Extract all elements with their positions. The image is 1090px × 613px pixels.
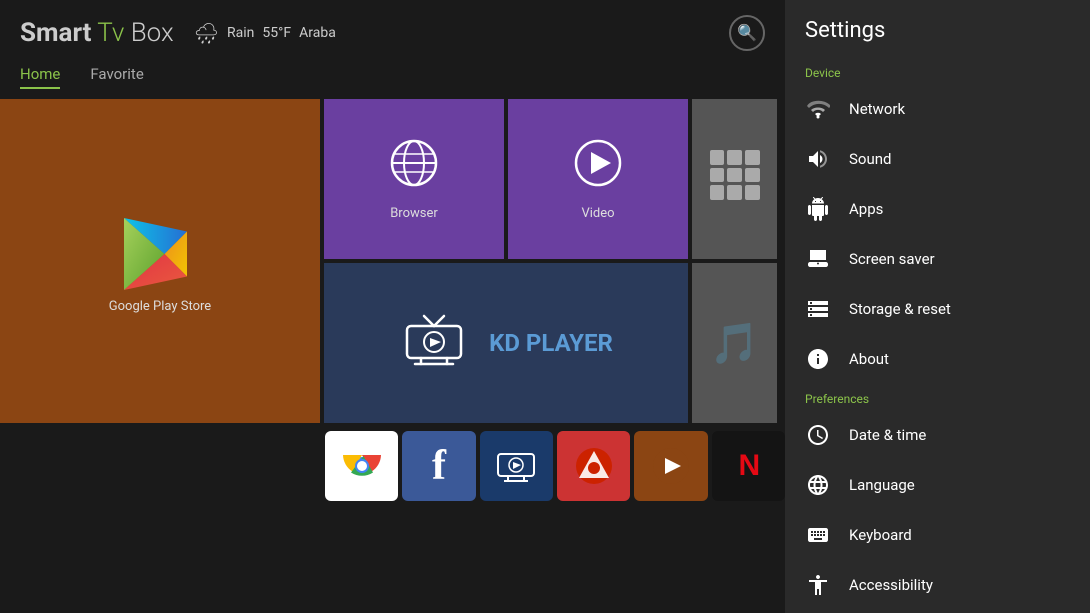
weather-temp: 55°F bbox=[262, 25, 291, 41]
apps-label: Apps bbox=[849, 200, 883, 218]
settings-item-language[interactable]: Language bbox=[785, 460, 1090, 510]
browser-icon bbox=[389, 138, 439, 198]
tile-video[interactable]: Video bbox=[508, 99, 688, 259]
screen-saver-label: Screen saver bbox=[849, 250, 935, 268]
tile-browser[interactable]: Browser bbox=[324, 99, 504, 259]
search-button[interactable]: 🔍 bbox=[729, 15, 765, 51]
kd-player-content: KD PLAYER bbox=[399, 301, 613, 386]
settings-panel: Settings Device Network Sound bbox=[785, 0, 1090, 613]
music-icon: 🎵 bbox=[710, 320, 760, 367]
keyboard-label: Keyboard bbox=[849, 526, 912, 544]
weather-area: 🌧 Rain 55°F Araba bbox=[194, 21, 336, 45]
kd-tv-icon bbox=[399, 301, 469, 386]
apps-grid-icon bbox=[710, 150, 760, 200]
datetime-label: Date & time bbox=[849, 426, 926, 444]
brand-title: Smart Tv Box bbox=[20, 18, 174, 48]
sound-label: Sound bbox=[849, 150, 891, 168]
browser-label: Browser bbox=[390, 206, 438, 221]
settings-item-screen-saver[interactable]: Screen saver bbox=[785, 234, 1090, 284]
brand-tv: Tv bbox=[97, 18, 130, 48]
top-right: 🔍 bbox=[729, 15, 765, 51]
tab-favorite[interactable]: Favorite bbox=[90, 65, 143, 89]
weather-condition: Rain bbox=[227, 25, 254, 41]
icon-netflix[interactable]: N bbox=[712, 431, 785, 501]
kd-player-label: KD PLAYER bbox=[489, 329, 613, 357]
settings-item-apps[interactable]: Apps bbox=[785, 184, 1090, 234]
screen-icon bbox=[805, 246, 831, 272]
brand-box: Box bbox=[131, 18, 174, 48]
icon-chrome[interactable] bbox=[325, 431, 398, 501]
icon-kdplayer-small[interactable] bbox=[480, 431, 553, 501]
section-preferences: Preferences bbox=[785, 384, 1090, 410]
icon-aptoide[interactable] bbox=[557, 431, 630, 501]
storage-label: Storage & reset bbox=[849, 300, 951, 318]
tile-apps[interactable] bbox=[692, 99, 777, 259]
bottom-icons-row: f N bbox=[0, 427, 785, 501]
brand-smart: Smart bbox=[20, 18, 91, 48]
icon-stremio[interactable] bbox=[634, 431, 707, 501]
language-icon bbox=[805, 472, 831, 498]
video-label: Video bbox=[581, 206, 614, 221]
top-bar: Smart Tv Box 🌧 Rain 55°F Araba 🔍 bbox=[0, 0, 785, 65]
storage-icon bbox=[805, 296, 831, 322]
android-icon bbox=[805, 196, 831, 222]
settings-item-accessibility[interactable]: Accessibility bbox=[785, 560, 1090, 610]
settings-item-storage[interactable]: Storage & reset bbox=[785, 284, 1090, 334]
settings-item-keyboard[interactable]: Keyboard bbox=[785, 510, 1090, 560]
volume-icon bbox=[805, 146, 831, 172]
settings-item-sound[interactable]: Sound bbox=[785, 134, 1090, 184]
nav-tabs: Home Favorite bbox=[0, 65, 785, 89]
accessibility-icon bbox=[805, 572, 831, 598]
app-grid: Google Play Store Browser bbox=[0, 99, 785, 427]
keyboard-icon bbox=[805, 522, 831, 548]
network-label: Network bbox=[849, 100, 905, 118]
settings-item-datetime[interactable]: Date & time bbox=[785, 410, 1090, 460]
google-play-label: Google Play Store bbox=[109, 299, 211, 314]
wifi-icon bbox=[805, 96, 831, 122]
tile-kd-player[interactable]: KD PLAYER bbox=[324, 263, 688, 423]
tile-google-play[interactable]: Google Play Store bbox=[0, 99, 320, 423]
accessibility-label: Accessibility bbox=[849, 576, 933, 594]
settings-item-about[interactable]: About bbox=[785, 334, 1090, 384]
weather-icon: 🌧 bbox=[194, 21, 219, 45]
language-label: Language bbox=[849, 476, 915, 494]
tab-home[interactable]: Home bbox=[20, 65, 60, 89]
main-area: Smart Tv Box 🌧 Rain 55°F Araba 🔍 Home Fa… bbox=[0, 0, 785, 613]
about-label: About bbox=[849, 350, 889, 368]
clock-icon bbox=[805, 422, 831, 448]
info-icon bbox=[805, 346, 831, 372]
section-device: Device bbox=[785, 58, 1090, 84]
weather-location: Araba bbox=[299, 25, 336, 41]
video-icon bbox=[573, 138, 623, 198]
settings-item-network[interactable]: Network bbox=[785, 84, 1090, 134]
icon-facebook[interactable]: f bbox=[402, 431, 475, 501]
google-play-icon bbox=[115, 209, 205, 299]
settings-title: Settings bbox=[785, 0, 1090, 58]
tile-music[interactable]: 🎵 bbox=[692, 263, 777, 423]
